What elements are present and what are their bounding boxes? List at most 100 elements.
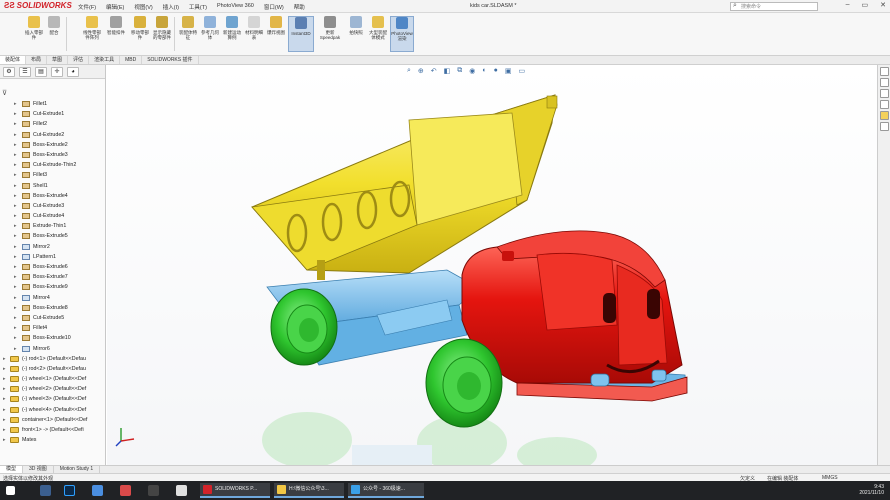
expand-arrow-icon[interactable]: ▸ <box>14 99 17 109</box>
smart-fasteners-button[interactable]: 智能扣件 <box>106 16 126 52</box>
menu-help[interactable]: 帮助 <box>294 3 305 11</box>
tree-item-feature[interactable]: ▸ LPattern1 <box>0 252 105 262</box>
tab-render-tools[interactable]: 渲染工具 <box>89 56 121 64</box>
display-manager-tab-icon[interactable]: ◕ <box>67 67 79 77</box>
tree-item-component[interactable]: ▸ (-) wheel<4> (Default<<Def <box>0 405 105 415</box>
design-library-icon[interactable] <box>879 89 889 98</box>
expand-arrow-icon[interactable]: ▸ <box>14 181 17 191</box>
expand-arrow-icon[interactable]: ▸ <box>14 130 17 140</box>
tab-addins[interactable]: SOLIDWORKS 插件 <box>142 56 199 64</box>
tree-item-component[interactable]: ▸ Mates <box>0 435 105 445</box>
tree-item-feature[interactable]: ▸ Mirror6 <box>0 344 105 354</box>
rear-wheel[interactable] <box>270 288 338 366</box>
expand-arrow-icon[interactable]: ▸ <box>14 323 17 333</box>
expand-arrow-icon[interactable]: ▸ <box>14 211 17 221</box>
browser-icon[interactable] <box>92 485 103 496</box>
tree-item-feature[interactable]: ▸ Fillet2 <box>0 119 105 129</box>
tree-item-component[interactable]: ▸ (-) wheel<3> (Default<<Def <box>0 394 105 404</box>
expand-arrow-icon[interactable]: ▸ <box>14 160 17 170</box>
photoshop-icon[interactable] <box>64 485 75 496</box>
tree-item-feature[interactable]: ▸ Cut-Extrude3 <box>0 201 105 211</box>
expand-arrow-icon[interactable]: ▸ <box>14 140 17 150</box>
expand-arrow-icon[interactable]: ▸ <box>3 394 6 404</box>
new-motion-study-button[interactable]: 新建运动算例 <box>222 16 242 52</box>
tree-item-feature[interactable]: ▸ Cut-Extrude-Thin2 <box>0 160 105 170</box>
take-snapshot-button[interactable]: 拍快照 <box>346 16 366 52</box>
property-manager-tab-icon[interactable]: ☰ <box>19 67 31 77</box>
tree-item-component[interactable]: ▸ container<1> (Default<<Def <box>0 415 105 425</box>
taskbar-explorer[interactable]: H:\微信公众号\3... <box>274 483 344 498</box>
expand-arrow-icon[interactable]: ▸ <box>3 364 6 374</box>
front-wheel[interactable] <box>425 338 503 428</box>
tree-item-feature[interactable]: ▸ Shell1 <box>0 181 105 191</box>
close-icon[interactable]: ✕ <box>880 1 886 9</box>
expand-arrow-icon[interactable]: ▸ <box>14 170 17 180</box>
expand-arrow-icon[interactable]: ▸ <box>14 242 17 252</box>
expand-arrow-icon[interactable]: ▸ <box>14 272 17 282</box>
tree-item-feature[interactable]: ▸ Boss-Extrude3 <box>0 150 105 160</box>
tree-item-component[interactable]: ▸ (-) rod<1> (Default<<Defau <box>0 354 105 364</box>
expand-arrow-icon[interactable]: ▸ <box>3 354 6 364</box>
expand-arrow-icon[interactable]: ▸ <box>3 435 6 445</box>
menu-edit[interactable]: 编辑(E) <box>106 3 124 11</box>
expand-arrow-icon[interactable]: ▸ <box>14 201 17 211</box>
expand-arrow-icon[interactable]: ▸ <box>3 384 6 394</box>
expand-arrow-icon[interactable]: ▸ <box>14 231 17 241</box>
tree-item-feature[interactable]: ▸ Boss-Extrude8 <box>0 303 105 313</box>
minimize-icon[interactable]: – <box>846 1 850 9</box>
tree-item-feature[interactable]: ▸ Boss-Extrude2 <box>0 140 105 150</box>
expand-arrow-icon[interactable]: ▸ <box>3 415 6 425</box>
mate-button[interactable]: 配合 <box>44 16 64 52</box>
system-clock[interactable]: 9:43 2021/11/10 <box>859 484 884 496</box>
reference-geometry-button[interactable]: 参考几何体 <box>200 16 220 52</box>
instant3d-button[interactable]: Instant3D <box>288 16 314 52</box>
tree-item-component[interactable]: ▸ front<1> -> (Default<<Defi <box>0 425 105 435</box>
tree-item-feature[interactable]: ▸ Boss-Extrude5 <box>0 231 105 241</box>
menu-view[interactable]: 视图(V) <box>134 3 152 11</box>
expand-arrow-icon[interactable]: ▸ <box>14 303 17 313</box>
show-hidden-button[interactable]: 显示隐藏的零部件 <box>152 16 172 52</box>
expand-arrow-icon[interactable]: ▸ <box>14 313 17 323</box>
exploded-view-button[interactable]: 爆炸视图 <box>266 16 286 52</box>
menu-file[interactable]: 文件(F) <box>78 3 96 11</box>
expand-arrow-icon[interactable]: ▸ <box>14 221 17 231</box>
move-component-button[interactable]: 移动零部件 <box>130 16 150 52</box>
tab-3d-views[interactable]: 3D 视图 <box>23 466 54 473</box>
appearances-icon[interactable] <box>879 111 889 120</box>
tree-item-component[interactable]: ▸ (-) wheel<1> (Default<<Def <box>0 374 105 384</box>
taskbar-browser[interactable]: 公众号 - 360极速... <box>348 483 424 498</box>
tree-item-component[interactable]: ▸ (-) rod<2> (Default<<Defau <box>0 364 105 374</box>
filter-icon[interactable]: ⊽ <box>2 89 7 97</box>
insert-component-button[interactable]: 插入零部件 <box>24 16 44 52</box>
tree-item-feature[interactable]: ▸ Mirror4 <box>0 293 105 303</box>
menu-window[interactable]: 窗口(W) <box>264 3 284 11</box>
graphics-area[interactable]: ⌕ ⊕ ↶ ◧ ⧉ ◉ ◐ ● ▣ ▭ <box>107 65 877 465</box>
config-manager-tab-icon[interactable]: ▤ <box>35 67 47 77</box>
menu-insert[interactable]: 插入(I) <box>163 3 179 11</box>
linear-pattern-button[interactable]: 线性零部件阵列 <box>82 16 102 52</box>
expand-arrow-icon[interactable]: ▸ <box>14 119 17 129</box>
menu-tools[interactable]: 工具(T) <box>189 3 207 11</box>
expand-arrow-icon[interactable]: ▸ <box>14 109 17 119</box>
large-assembly-mode-button[interactable]: 大型装配体模式 <box>368 16 388 52</box>
tree-item-component[interactable]: ▸ (-) wheel<2> (Default<<Def <box>0 384 105 394</box>
expand-arrow-icon[interactable]: ▸ <box>14 191 17 201</box>
tab-motion-study[interactable]: Motion Study 1 <box>54 466 101 473</box>
mail-app-icon[interactable] <box>176 485 187 496</box>
tree-item-feature[interactable]: ▸ Boss-Extrude6 <box>0 262 105 272</box>
expand-arrow-icon[interactable]: ▸ <box>3 405 6 415</box>
windows-start-icon[interactable] <box>6 486 15 495</box>
expand-arrow-icon[interactable]: ▸ <box>14 262 17 272</box>
truck-model[interactable] <box>107 65 877 465</box>
tab-layout[interactable]: 布局 <box>26 56 48 64</box>
file-explorer-icon[interactable] <box>879 100 889 109</box>
tree-item-feature[interactable]: ▸ Fillet3 <box>0 170 105 180</box>
tree-item-feature[interactable]: ▸ Cut-Extrude1 <box>0 109 105 119</box>
expand-arrow-icon[interactable]: ▸ <box>14 252 17 262</box>
tree-item-feature[interactable]: ▸ Extrude-Thin1 <box>0 221 105 231</box>
tree-item-feature[interactable]: ▸ Boss-Extrude10 <box>0 333 105 343</box>
search-input[interactable]: ⌕ 搜索命令 <box>730 2 818 11</box>
tree-item-feature[interactable]: ▸ Cut-Extrude2 <box>0 130 105 140</box>
solidworks-logo[interactable]: ƧƧ SOLIDWORKS <box>4 1 72 10</box>
tree-item-feature[interactable]: ▸ Fillet4 <box>0 323 105 333</box>
